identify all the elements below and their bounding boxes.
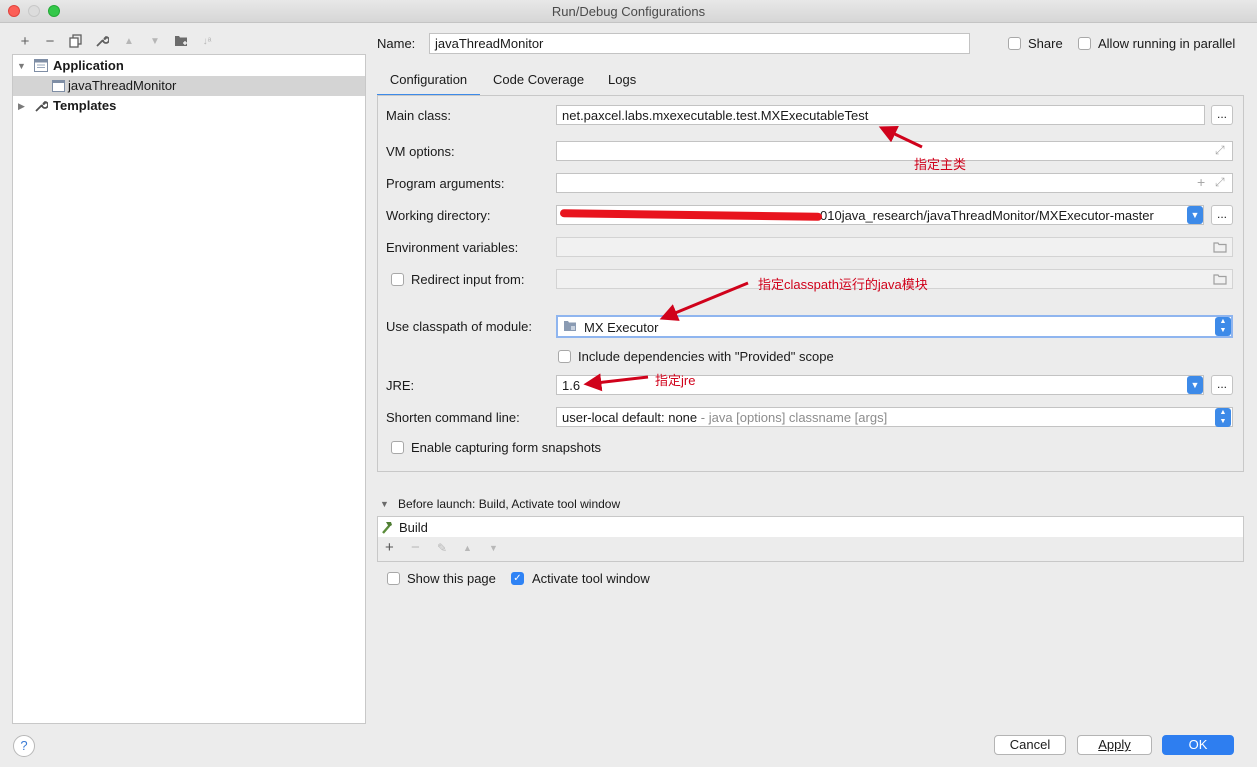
program-args-input[interactable] bbox=[556, 173, 1233, 193]
pencil-icon[interactable]: ✎ bbox=[437, 541, 447, 555]
activate-tool-window-label: Activate tool window bbox=[532, 571, 650, 586]
tree-node-application[interactable]: ▼ Application bbox=[13, 56, 365, 76]
tree-label-application: Application bbox=[53, 58, 124, 73]
env-vars-label: Environment variables: bbox=[386, 240, 519, 255]
annotation-jre: 指定jre bbox=[655, 373, 696, 388]
main-class-input[interactable]: net.paxcel.labs.mxexecutable.test.MXExec… bbox=[556, 105, 1205, 125]
sort-button[interactable]: ↓ᵃ bbox=[198, 34, 216, 50]
edit-defaults-button[interactable] bbox=[93, 34, 111, 50]
classpath-label: Use classpath of module: bbox=[386, 319, 532, 334]
include-deps-label: Include dependencies with "Provided" sco… bbox=[578, 349, 834, 364]
tree-label-config: javaThreadMonitor bbox=[68, 78, 177, 93]
before-launch-list bbox=[378, 517, 1243, 537]
share-checkbox[interactable] bbox=[1008, 37, 1021, 50]
tree-label-templates: Templates bbox=[53, 98, 117, 113]
program-args-label: Program arguments: bbox=[386, 176, 505, 191]
vm-options-input[interactable] bbox=[556, 141, 1233, 161]
form-snapshots-checkbox[interactable] bbox=[391, 441, 404, 454]
annotation-classpath: 指定classpath运行的java模块 bbox=[758, 277, 928, 292]
show-page-label: Show this page bbox=[407, 571, 496, 586]
collapse-arrow-icon[interactable]: ▼ bbox=[380, 499, 389, 509]
parallel-checkbox[interactable] bbox=[1078, 37, 1091, 50]
jre-browse-button[interactable]: ... bbox=[1211, 375, 1233, 395]
ok-button[interactable]: OK bbox=[1162, 735, 1234, 755]
jre-select[interactable]: 1.6 bbox=[556, 375, 1204, 395]
vm-options-label: VM options: bbox=[386, 144, 455, 159]
move-task-down-button[interactable]: ▼ bbox=[489, 543, 498, 553]
working-dir-browse-button[interactable]: ... bbox=[1211, 205, 1233, 225]
shorten-cmd-hint: - java [options] classname [args] bbox=[697, 410, 888, 425]
wrench-icon bbox=[35, 101, 48, 112]
working-dir-label: Working directory: bbox=[386, 208, 491, 223]
run-config-icon bbox=[52, 80, 65, 92]
updown-arrows-icon[interactable]: ▲ ▼ bbox=[1215, 317, 1231, 336]
remove-task-button[interactable]: − bbox=[411, 539, 420, 556]
tab-code-coverage[interactable]: Code Coverage bbox=[493, 72, 584, 94]
before-launch-header: Before launch: Build, Activate tool wind… bbox=[398, 497, 621, 511]
redirect-input-checkbox[interactable] bbox=[391, 273, 404, 286]
new-folder-button[interactable] bbox=[172, 34, 190, 50]
shorten-cmd-label: Shorten command line: bbox=[386, 410, 520, 425]
redirect-input-label: Redirect input from: bbox=[411, 272, 525, 287]
folder-icon[interactable] bbox=[1213, 274, 1227, 285]
build-task-item[interactable]: Build bbox=[399, 520, 428, 535]
parallel-label: Allow running in parallel bbox=[1098, 36, 1236, 51]
classpath-module-select[interactable]: MX Executor bbox=[556, 315, 1233, 338]
annotation-main-class: 指定主类 bbox=[914, 157, 967, 172]
include-deps-checkbox[interactable] bbox=[558, 350, 571, 363]
name-label: Name: bbox=[377, 36, 416, 51]
form-snapshots-label: Enable capturing form snapshots bbox=[411, 440, 602, 455]
show-page-checkbox[interactable] bbox=[387, 572, 400, 585]
updown-arrows-icon[interactable]: ▲ ▼ bbox=[1215, 408, 1231, 427]
remove-configuration-button[interactable]: − bbox=[41, 34, 59, 50]
folder-add-icon bbox=[174, 36, 187, 46]
module-icon bbox=[564, 321, 576, 331]
chevron-down-icon[interactable]: ▼ bbox=[1187, 206, 1203, 224]
expand-icon[interactable]: ⤢ bbox=[1215, 143, 1225, 158]
help-button[interactable]: ? bbox=[13, 735, 35, 757]
hammer-icon bbox=[382, 522, 392, 534]
shorten-cmd-value: user-local default: none bbox=[562, 410, 698, 425]
tab-logs[interactable]: Logs bbox=[608, 72, 636, 94]
wrench-icon bbox=[96, 36, 110, 47]
share-label: Share bbox=[1028, 36, 1063, 51]
application-icon bbox=[34, 59, 48, 72]
copy-configuration-button[interactable] bbox=[67, 34, 85, 50]
window-title: Run/Debug Configurations bbox=[551, 4, 706, 19]
jre-label: JRE: bbox=[386, 378, 415, 393]
expand-arrow-icon[interactable]: ▼ bbox=[17, 56, 26, 76]
chevron-down-icon[interactable]: ▼ bbox=[1187, 376, 1203, 394]
add-configuration-button[interactable]: + bbox=[16, 34, 34, 50]
cancel-button[interactable]: Cancel bbox=[994, 735, 1066, 755]
tab-configuration[interactable]: Configuration bbox=[377, 72, 480, 97]
activate-tool-window-checkbox[interactable]: ✓ bbox=[511, 572, 524, 585]
apply-button[interactable]: Apply bbox=[1077, 735, 1152, 755]
move-task-up-button[interactable]: ▲ bbox=[463, 543, 472, 553]
folder-icon[interactable] bbox=[1213, 242, 1227, 253]
shorten-cmd-select[interactable]: user-local default: none - java [options… bbox=[556, 407, 1233, 427]
tree-node-javathreadmonitor[interactable]: javaThreadMonitor bbox=[13, 76, 365, 96]
add-task-button[interactable]: + bbox=[385, 539, 394, 556]
configurations-tree: ▼ Application javaThreadMonitor ▶ Templa… bbox=[12, 54, 366, 724]
name-input[interactable]: javaThreadMonitor bbox=[429, 33, 970, 54]
main-class-label: Main class: bbox=[386, 108, 452, 123]
move-up-button[interactable]: ▲ bbox=[120, 34, 138, 50]
move-down-button[interactable]: ▼ bbox=[146, 34, 164, 50]
copy-icon bbox=[69, 34, 82, 48]
tree-node-templates[interactable]: ▶ Templates bbox=[13, 96, 365, 116]
env-vars-input[interactable] bbox=[556, 237, 1233, 257]
main-class-browse-button[interactable]: ... bbox=[1211, 105, 1233, 125]
insert-macro-icon[interactable]: + bbox=[1197, 174, 1205, 190]
expand-icon[interactable]: ⤢ bbox=[1215, 175, 1225, 190]
collapse-arrow-icon[interactable]: ▶ bbox=[18, 96, 25, 116]
